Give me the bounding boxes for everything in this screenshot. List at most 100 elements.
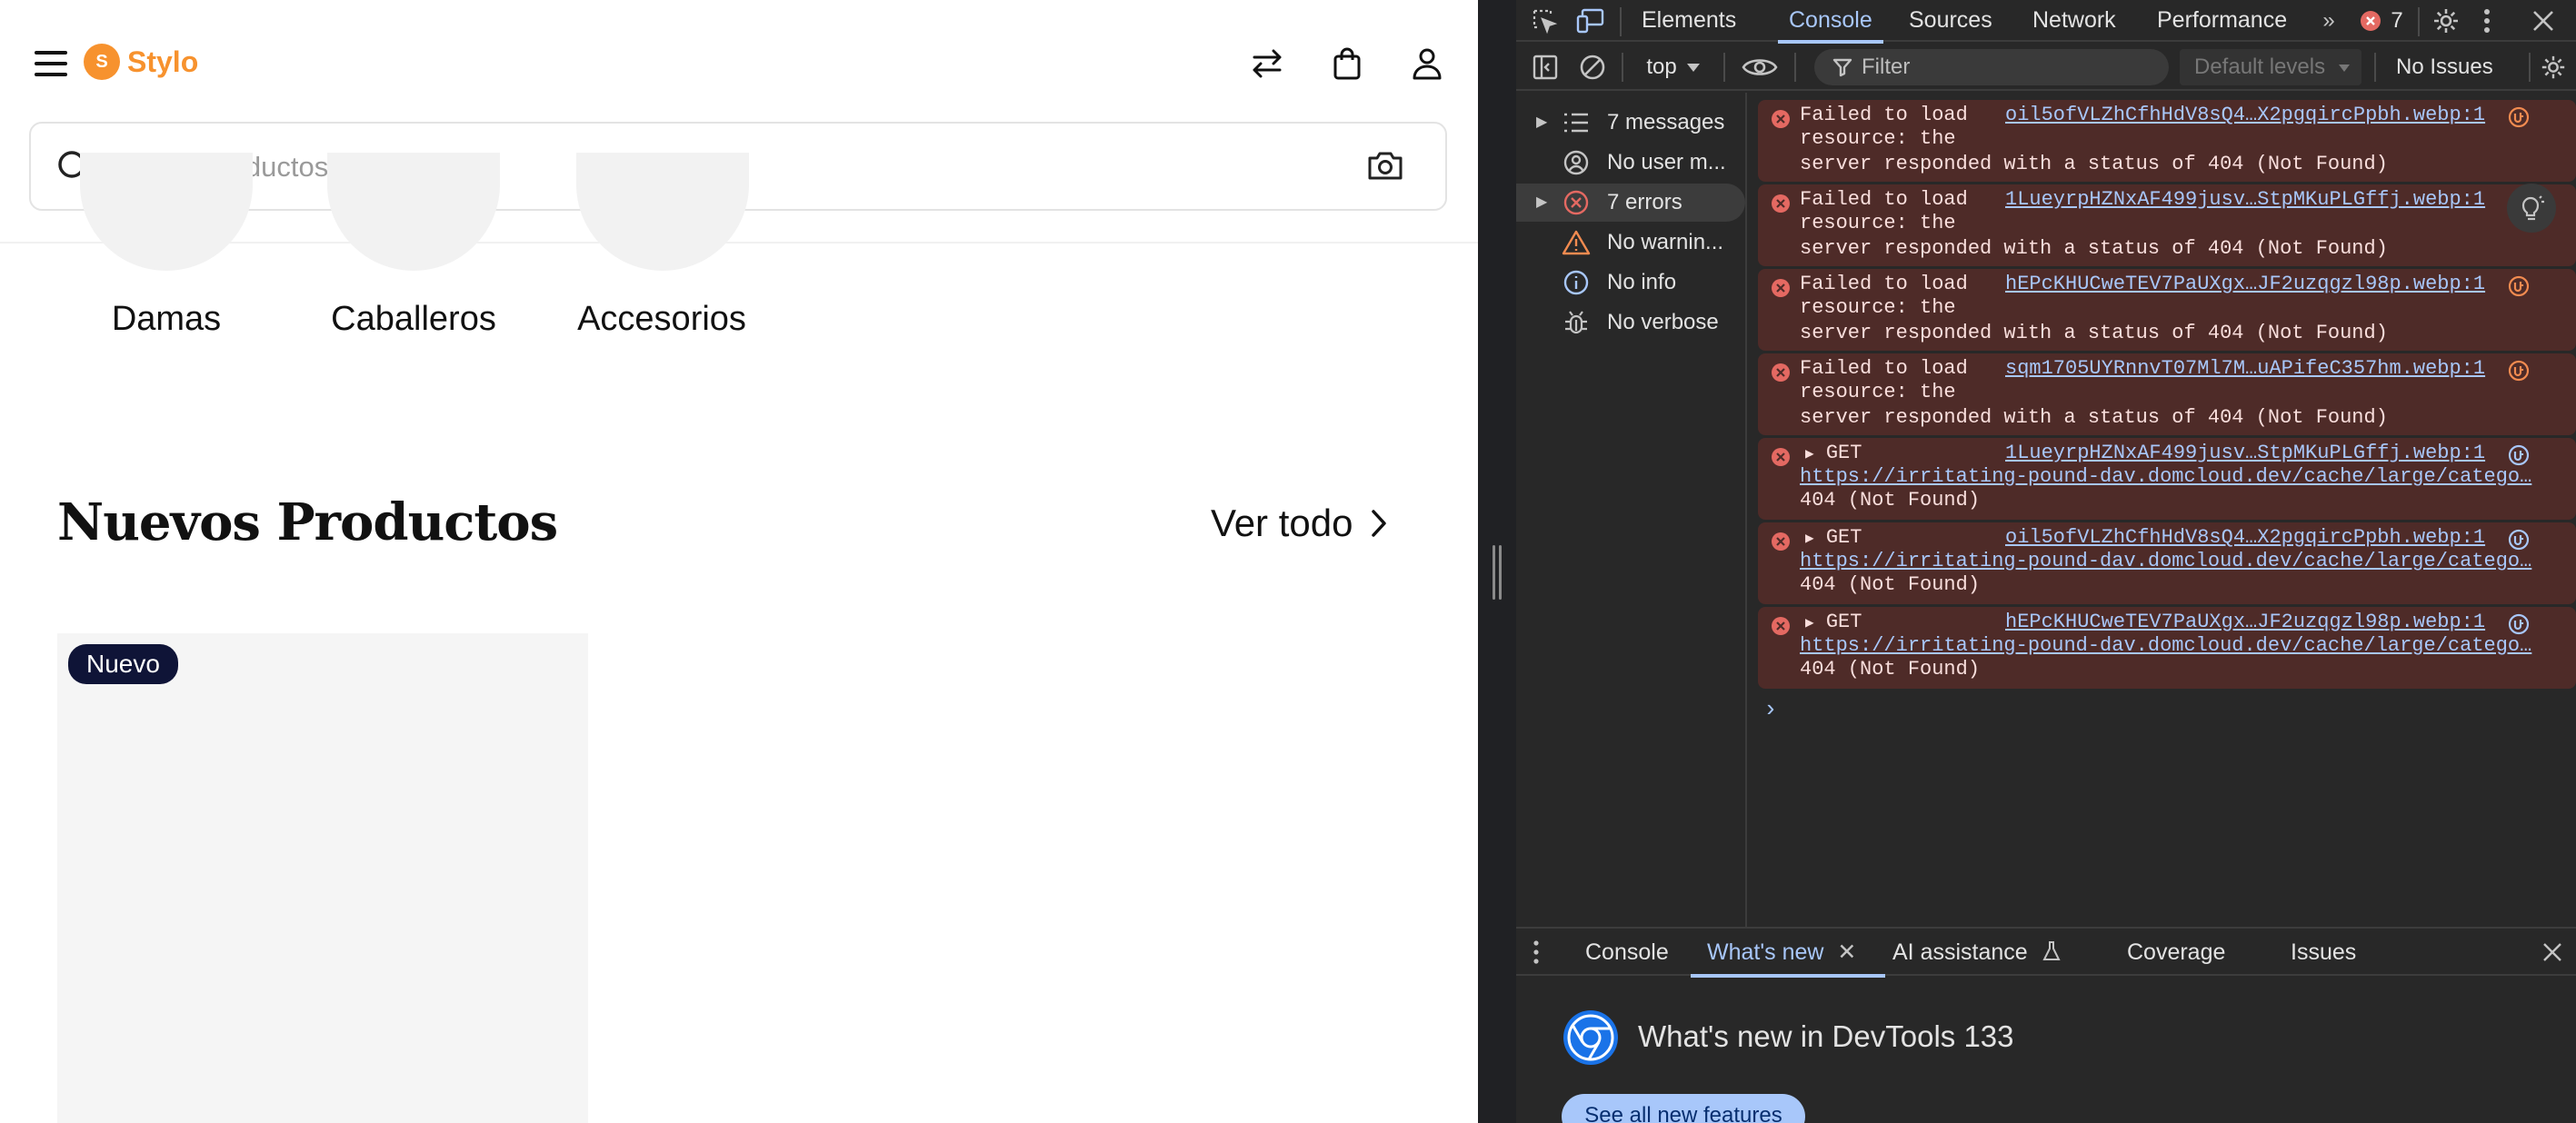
console-prompt-icon[interactable]: › <box>1763 696 1778 723</box>
request-summary[interactable]: ▶ GET <box>1805 611 1862 635</box>
settings-gear-icon[interactable] <box>2429 4 2463 38</box>
close-drawer-icon[interactable] <box>2538 936 2567 969</box>
ai-explain-icon[interactable] <box>2507 528 2531 559</box>
request-url[interactable]: https://irritating-pound-dav.domcloud.de… <box>1800 634 2531 658</box>
live-expression-eye-icon[interactable] <box>1738 49 1782 85</box>
inspect-element-icon[interactable] <box>1529 5 1560 36</box>
compare-icon[interactable] <box>1243 40 1291 87</box>
sidebar-item-verbose[interactable]: No verbose <box>1516 303 1745 342</box>
shopping-bag-icon[interactable] <box>1323 40 1371 87</box>
ai-explain-icon[interactable] <box>2507 359 2531 390</box>
lightbulb-insight-icon[interactable] <box>2507 184 2556 233</box>
user-icon[interactable] <box>1403 40 1451 87</box>
tab-console[interactable]: Console <box>1778 0 1883 44</box>
expand-arrow-icon[interactable]: ▶ <box>1536 184 1547 222</box>
source-link[interactable]: oil5ofVLZhCfhHdV8sQ4…X2pgqircPpbh.webp:1 <box>2005 104 2485 127</box>
source-link[interactable]: hEPcKHUCweTEV7PaUXgx…JF2uzqgzl98p.webp:1 <box>2005 273 2485 296</box>
see-all-features-button[interactable]: See all new features <box>1562 1094 1805 1123</box>
request-url[interactable]: https://irritating-pound-dav.domcloud.de… <box>1800 465 2531 489</box>
console-error-message[interactable]: Failed to load resource: the server resp… <box>1758 353 2576 435</box>
console-error-message[interactable]: Failed to load resource: the server resp… <box>1758 269 2576 351</box>
expand-arrow-icon[interactable]: ▶ <box>1805 446 1814 462</box>
resize-grip-icon[interactable] <box>1493 545 1502 600</box>
clear-console-icon[interactable] <box>1576 51 1609 84</box>
menu-icon[interactable] <box>35 51 67 76</box>
tab-performance[interactable]: Performance <box>2157 0 2287 42</box>
source-link[interactable]: sqm1705UYRnnvT07Ml7M…uAPifeC357hm.webp:1 <box>2005 357 2485 381</box>
sidebar-item-user-messages[interactable]: No user m... <box>1516 144 1745 182</box>
drawer-menu-icon[interactable] <box>1525 936 1547 969</box>
drawer-tab-console[interactable]: Console <box>1585 929 1669 976</box>
log-levels-dropdown[interactable]: Default levels <box>2180 49 2361 85</box>
source-link[interactable]: oil5ofVLZhCfhHdV8sQ4…X2pgqircPpbh.webp:1 <box>2005 526 2485 550</box>
camera-icon[interactable] <box>1365 145 1405 190</box>
request-summary[interactable]: ▶ GET <box>1805 526 1862 551</box>
request-summary[interactable]: ▶ GET <box>1805 442 1862 466</box>
ai-explain-icon[interactable] <box>2507 612 2531 643</box>
sidebar-item-errors[interactable]: ▶ 7 errors <box>1516 184 1745 222</box>
category-label-damas[interactable]: Damas <box>48 300 285 339</box>
section-title: Nuevos Productos <box>57 492 558 552</box>
device-toolbar-icon[interactable] <box>1574 5 1607 36</box>
sidebar-label: No verbose <box>1607 310 1719 334</box>
sidebar-item-warnings[interactable]: No warnin... <box>1516 224 1745 262</box>
sidebar-label: No user m... <box>1607 150 1726 174</box>
tab-sources[interactable]: Sources <box>1909 0 1992 42</box>
error-icon <box>1771 363 1791 390</box>
drawer-tab-whats-new[interactable]: What's new ✕ <box>1690 929 1886 978</box>
category-image-damas[interactable] <box>80 153 253 271</box>
error-icon <box>1771 532 1791 559</box>
console-error-message[interactable]: Failed to load resource: the server resp… <box>1758 100 2576 182</box>
list-icon <box>1562 109 1591 136</box>
tab-network[interactable]: Network <box>2032 0 2116 42</box>
brand-name: Stylo <box>127 45 199 78</box>
expand-arrow-icon[interactable]: ▶ <box>1805 531 1814 547</box>
ai-explain-icon[interactable] <box>2507 105 2531 136</box>
brand-logo[interactable]: S Stylo <box>84 44 198 80</box>
whats-new-title: What's new in DevTools 133 <box>1638 1019 2014 1053</box>
sidebar-item-messages[interactable]: ▶ 7 messages <box>1516 104 1745 142</box>
context-selector[interactable]: top <box>1634 49 1712 85</box>
category-label-accesorios[interactable]: Accesorios <box>544 300 780 339</box>
more-tabs-icon[interactable]: » <box>2316 7 2341 35</box>
request-url[interactable]: https://irritating-pound-dav.domcloud.de… <box>1800 550 2531 573</box>
console-network-error[interactable]: ▶ GET https://irritating-pound-dav.domcl… <box>1758 438 2576 520</box>
expand-arrow-icon[interactable]: ▶ <box>1805 615 1814 631</box>
drawer-tab-issues[interactable]: Issues <box>2291 929 2356 976</box>
issues-counter[interactable]: No Issues <box>2396 49 2493 85</box>
console-settings-gear-icon[interactable] <box>2536 51 2571 84</box>
whats-new-panel: What's new in DevTools 133 See all new f… <box>1516 978 2576 1123</box>
expand-arrow-icon[interactable]: ▶ <box>1536 104 1547 142</box>
message-text: resource: the <box>1800 212 1956 234</box>
console-network-error[interactable]: ▶ GET https://irritating-pound-dav.domcl… <box>1758 522 2576 604</box>
error-count-badge[interactable]: 7 <box>2354 7 2409 35</box>
source-link[interactable]: hEPcKHUCweTEV7PaUXgx…JF2uzqgzl98p.webp:1 <box>2005 611 2485 634</box>
tab-elements[interactable]: Elements <box>1642 0 1736 42</box>
category-image-accesorios[interactable] <box>576 153 749 271</box>
toggle-sidebar-icon[interactable] <box>1529 51 1562 84</box>
console-error-message[interactable]: Failed to load resource: the server resp… <box>1758 184 2576 266</box>
ai-explain-icon[interactable] <box>2507 443 2531 474</box>
close-tab-icon[interactable]: ✕ <box>1837 939 1856 965</box>
source-link[interactable]: 1LueyrpHZNxAF499jusv…StpMKuPLGffj.webp:1 <box>2005 442 2485 465</box>
category-image-caballeros[interactable] <box>327 153 500 271</box>
source-link[interactable]: 1LueyrpHZNxAF499jusv…StpMKuPLGffj.webp:1 <box>2005 188 2485 212</box>
drawer-tab-coverage[interactable]: Coverage <box>2127 929 2225 976</box>
message-text: resource: the <box>1800 296 1956 319</box>
request-method: GET <box>1825 442 1862 464</box>
message-text: Failed to load <box>1800 104 1968 126</box>
category-label-caballeros[interactable]: Caballeros <box>295 300 532 339</box>
context-label: top <box>1646 55 1677 79</box>
console-network-error[interactable]: ▶ GET https://irritating-pound-dav.domcl… <box>1758 607 2576 689</box>
error-count: 7 <box>2391 8 2403 33</box>
filter-input[interactable]: Filter <box>1814 49 2169 85</box>
product-card[interactable]: Nuevo <box>57 633 588 1123</box>
drawer-tab-ai-assistance[interactable]: AI assistance <box>1892 929 2062 976</box>
close-devtools-icon[interactable] <box>2527 4 2560 38</box>
ai-explain-icon[interactable] <box>2507 274 2531 305</box>
panel-resizer[interactable] <box>1478 0 1516 1123</box>
sidebar-item-info[interactable]: No info <box>1516 263 1745 302</box>
see-all-link[interactable]: Ver todo <box>1211 502 1389 545</box>
dropdown-arrow-icon <box>1686 64 1700 72</box>
kebab-menu-icon[interactable] <box>2476 4 2498 38</box>
